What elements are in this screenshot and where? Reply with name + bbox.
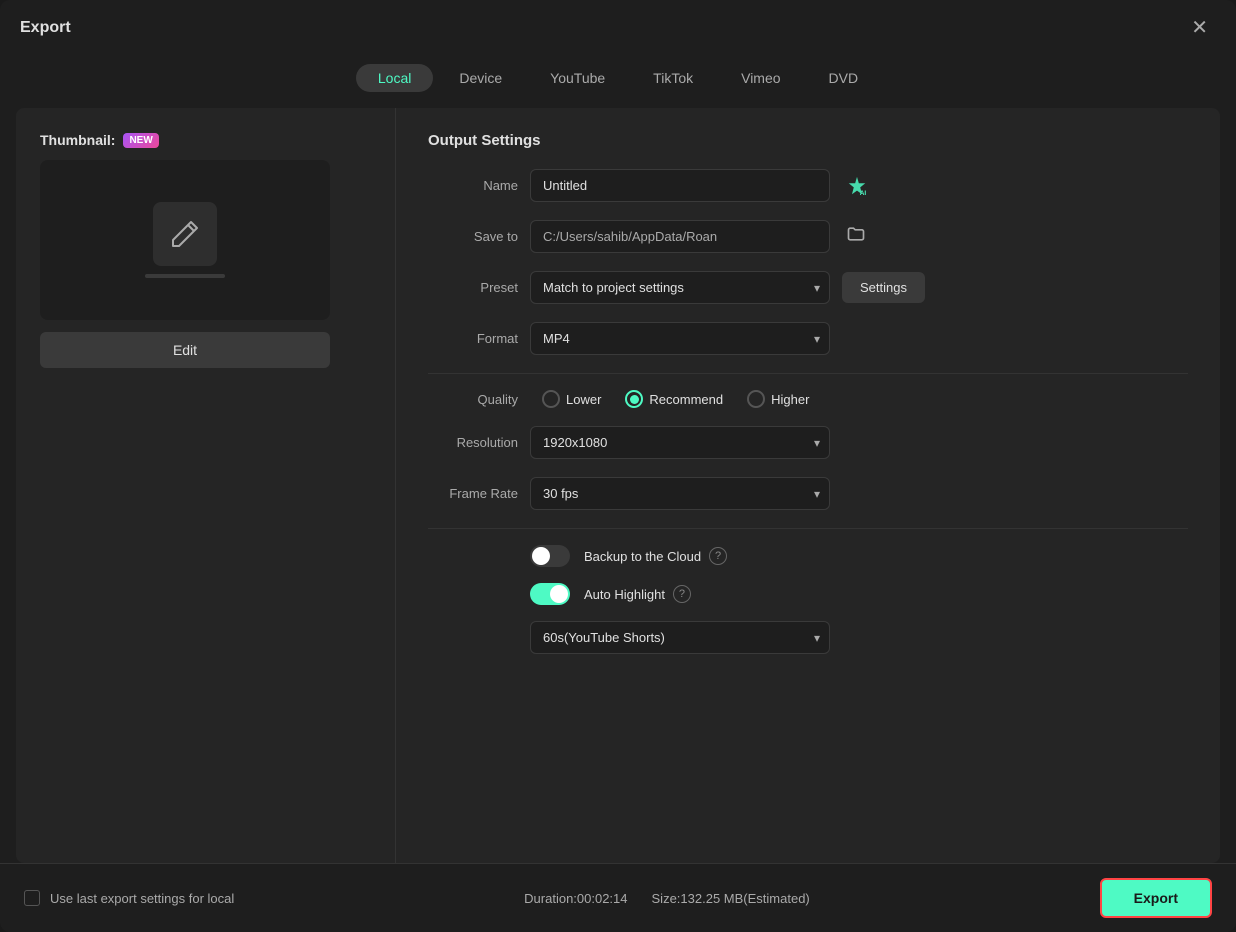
footer-center: Duration:00:02:14 Size:132.25 MB(Estimat… xyxy=(524,891,810,906)
thumbnail-text: Thumbnail: xyxy=(40,132,115,148)
auto-highlight-help-icon[interactable]: ? xyxy=(673,585,691,603)
highlight-duration-row: 60s(YouTube Shorts) ▾ xyxy=(530,621,1188,654)
name-row: Name AI xyxy=(428,169,1188,202)
size-info: Size:132.25 MB(Estimated) xyxy=(652,891,810,906)
backup-row: Backup to the Cloud ? xyxy=(530,545,1188,567)
preset-select-wrapper: Match to project settings ▾ xyxy=(530,271,830,304)
quality-recommend-label: Recommend xyxy=(649,392,723,407)
radio-recommend-circle xyxy=(625,390,643,408)
content-area: Thumbnail: NEW Edit Output Settings Name xyxy=(16,108,1220,863)
auto-highlight-toggle[interactable] xyxy=(530,583,570,605)
resolution-select[interactable]: 1920x1080 xyxy=(530,426,830,459)
resolution-select-wrapper: 1920x1080 ▾ xyxy=(530,426,830,459)
backup-label: Backup to the Cloud xyxy=(584,549,701,564)
title-bar: Export ✕ xyxy=(0,0,1236,56)
folder-button[interactable] xyxy=(842,220,870,253)
output-settings-title: Output Settings xyxy=(428,132,1188,149)
export-dialog: Export ✕ Local Device YouTube TikTok Vim… xyxy=(0,0,1236,932)
use-last-settings-label: Use last export settings for local xyxy=(50,891,234,906)
auto-highlight-toggle-knob xyxy=(550,585,568,603)
backup-toggle-knob xyxy=(532,547,550,565)
tab-youtube[interactable]: YouTube xyxy=(528,64,627,92)
highlight-duration-select-wrapper: 60s(YouTube Shorts) ▾ xyxy=(530,621,830,654)
preset-select[interactable]: Match to project settings xyxy=(530,271,830,304)
footer: Use last export settings for local Durat… xyxy=(0,863,1236,932)
tab-device[interactable]: Device xyxy=(437,64,524,92)
thumbnail-preview xyxy=(40,160,330,320)
use-last-settings-checkbox[interactable] xyxy=(24,890,40,906)
thumbnail-label-row: Thumbnail: NEW xyxy=(40,132,371,148)
left-panel: Thumbnail: NEW Edit xyxy=(16,108,396,863)
right-panel: Output Settings Name AI Save to xyxy=(396,108,1220,863)
backup-label-group: Backup to the Cloud ? xyxy=(584,547,727,565)
dialog-title: Export xyxy=(20,19,71,37)
save-to-input[interactable] xyxy=(530,220,830,253)
close-button[interactable]: ✕ xyxy=(1183,14,1216,42)
preset-label: Preset xyxy=(428,280,518,295)
svg-text:AI: AI xyxy=(860,190,867,197)
pencil-icon xyxy=(153,202,217,266)
save-to-row: Save to xyxy=(428,220,1188,253)
format-select-wrapper: MP4 ▾ xyxy=(530,322,830,355)
frame-rate-select[interactable]: 30 fps xyxy=(530,477,830,510)
radio-higher-circle xyxy=(747,390,765,408)
backup-toggle[interactable] xyxy=(530,545,570,567)
resolution-label: Resolution xyxy=(428,435,518,450)
export-button[interactable]: Export xyxy=(1100,878,1212,918)
frame-rate-select-wrapper: 30 fps ▾ xyxy=(530,477,830,510)
tab-dvd[interactable]: DVD xyxy=(807,64,881,92)
new-badge: NEW xyxy=(123,133,158,148)
divider-2 xyxy=(428,528,1188,529)
auto-highlight-label-group: Auto Highlight ? xyxy=(584,585,691,603)
format-row: Format MP4 ▾ xyxy=(428,322,1188,355)
quality-higher-label: Higher xyxy=(771,392,809,407)
quality-radio-group: Lower Recommend Higher xyxy=(542,390,809,408)
ai-button[interactable]: AI xyxy=(842,171,872,201)
highlight-duration-select[interactable]: 60s(YouTube Shorts) xyxy=(530,621,830,654)
edit-button[interactable]: Edit xyxy=(40,332,330,368)
quality-recommend[interactable]: Recommend xyxy=(625,390,723,408)
auto-highlight-label: Auto Highlight xyxy=(584,587,665,602)
tab-bar: Local Device YouTube TikTok Vimeo DVD xyxy=(0,56,1236,108)
auto-highlight-row: Auto Highlight ? xyxy=(530,583,1188,605)
name-input[interactable] xyxy=(530,169,830,202)
tab-tiktok[interactable]: TikTok xyxy=(631,64,715,92)
divider-1 xyxy=(428,373,1188,374)
quality-label: Quality xyxy=(428,392,518,407)
settings-button[interactable]: Settings xyxy=(842,272,925,303)
tab-local[interactable]: Local xyxy=(356,64,433,92)
quality-higher[interactable]: Higher xyxy=(747,390,809,408)
resolution-row: Resolution 1920x1080 ▾ xyxy=(428,426,1188,459)
frame-rate-row: Frame Rate 30 fps ▾ xyxy=(428,477,1188,510)
duration-info: Duration:00:02:14 xyxy=(524,891,627,906)
thumbnail-line xyxy=(145,274,225,278)
preset-row: Preset Match to project settings ▾ Setti… xyxy=(428,271,1188,304)
name-label: Name xyxy=(428,178,518,193)
backup-help-icon[interactable]: ? xyxy=(709,547,727,565)
save-to-label: Save to xyxy=(428,229,518,244)
format-select[interactable]: MP4 xyxy=(530,322,830,355)
quality-row: Quality Lower Recommend Higher xyxy=(428,390,1188,408)
tab-vimeo[interactable]: Vimeo xyxy=(719,64,802,92)
frame-rate-label: Frame Rate xyxy=(428,486,518,501)
quality-lower[interactable]: Lower xyxy=(542,390,601,408)
format-label: Format xyxy=(428,331,518,346)
footer-left: Use last export settings for local xyxy=(24,890,234,906)
quality-lower-label: Lower xyxy=(566,392,601,407)
radio-lower-circle xyxy=(542,390,560,408)
